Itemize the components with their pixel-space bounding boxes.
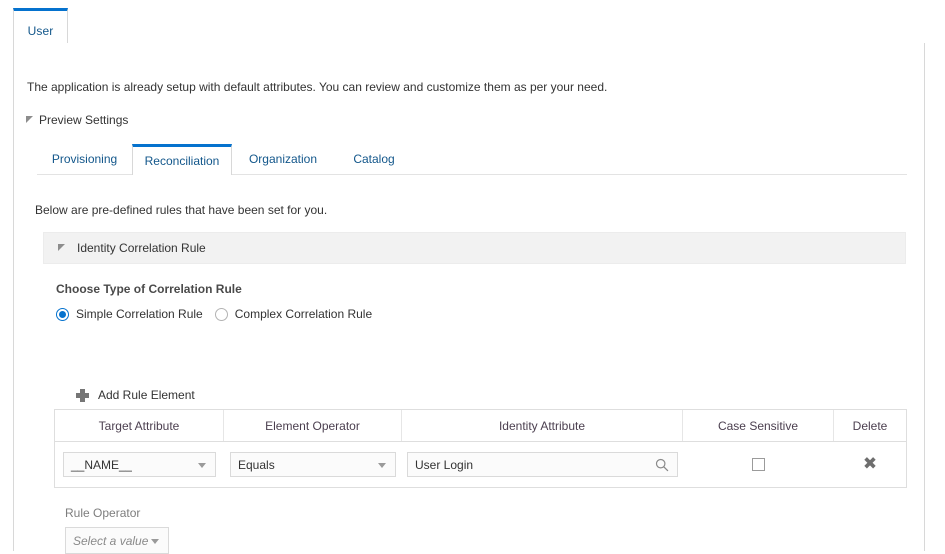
case-sensitive-checkbox[interactable] [752,458,765,471]
section-note: Below are pre-defined rules that have be… [35,203,328,217]
target-attribute-select[interactable]: __NAME__ [63,452,216,477]
rule-operator-label: Rule Operator [65,506,141,520]
column-header-case-sensitive: Case Sensitive [683,410,834,441]
element-operator-select[interactable]: Equals [230,452,396,477]
tab-provisioning[interactable]: Provisioning [37,144,132,175]
table-header-row: Target Attribute Element Operator Identi… [55,410,906,442]
preview-settings-disclosure[interactable]: Preview Settings [26,113,128,127]
column-header-identity-attribute: Identity Attribute [402,410,683,441]
add-rule-element-label: Add Rule Element [98,388,195,402]
chevron-down-icon [378,463,386,468]
rule-operator-value: Select a value [73,533,149,548]
tab-catalog[interactable]: Catalog [334,144,414,175]
identity-correlation-rule-label: Identity Correlation Rule [77,241,206,255]
inner-tabstrip: Provisioning Reconciliation Organization… [37,144,907,175]
identity-attribute-field[interactable]: User Login [407,452,678,477]
radio-simple-correlation-rule[interactable]: Simple Correlation Rule [56,307,203,321]
radio-complex-correlation-rule[interactable]: Complex Correlation Rule [214,307,373,321]
close-x-icon[interactable]: ✖ [863,456,877,473]
radio-unselected-icon [214,307,228,321]
rule-operator-select[interactable]: Select a value [65,527,169,554]
choose-correlation-type-label: Choose Type of Correlation Rule [56,282,242,296]
rule-elements-table: Target Attribute Element Operator Identi… [54,409,907,488]
column-header-element-operator: Element Operator [224,410,402,441]
application-root: User The application is already setup wi… [0,0,945,554]
plus-icon [76,388,89,402]
tab-user[interactable]: User [13,8,68,44]
tab-user-label: User [27,24,54,38]
chevron-down-icon [198,463,206,468]
identity-correlation-rule-header[interactable]: Identity Correlation Rule [43,232,906,264]
radio-simple-correlation-rule-label: Simple Correlation Rule [76,307,203,321]
cell-case-sensitive [683,442,834,487]
chevron-down-icon [151,539,159,544]
table-row: __NAME__ Equals User Login ✖ [55,442,906,487]
intro-text: The application is already setup with de… [27,80,608,94]
cell-element-operator: Equals [224,442,402,487]
triangle-expanded-icon [58,243,65,251]
cell-delete: ✖ [834,442,906,487]
preview-settings-label: Preview Settings [39,113,129,127]
cell-identity-attribute: User Login [402,442,683,487]
column-header-delete: Delete [852,418,888,433]
correlation-type-radio-group: Simple Correlation Rule Complex Correlat… [56,307,384,321]
outer-tabstrip: User [13,8,925,44]
identity-attribute-value: User Login [415,457,474,472]
search-icon[interactable] [655,458,669,472]
radio-selected-icon [56,307,69,321]
triangle-expanded-icon [26,115,33,123]
target-attribute-value: __NAME__ [71,457,133,472]
column-header-target-attribute: Target Attribute [55,410,224,441]
tab-reconciliation[interactable]: Reconciliation [132,144,232,175]
content-panel: The application is already setup with de… [13,43,925,554]
radio-complex-correlation-rule-label: Complex Correlation Rule [234,307,373,321]
cell-target-attribute: __NAME__ [55,442,224,487]
element-operator-value: Equals [238,457,275,472]
add-rule-element-button[interactable]: Add Rule Element [76,388,195,402]
tab-organization[interactable]: Organization [232,144,334,175]
